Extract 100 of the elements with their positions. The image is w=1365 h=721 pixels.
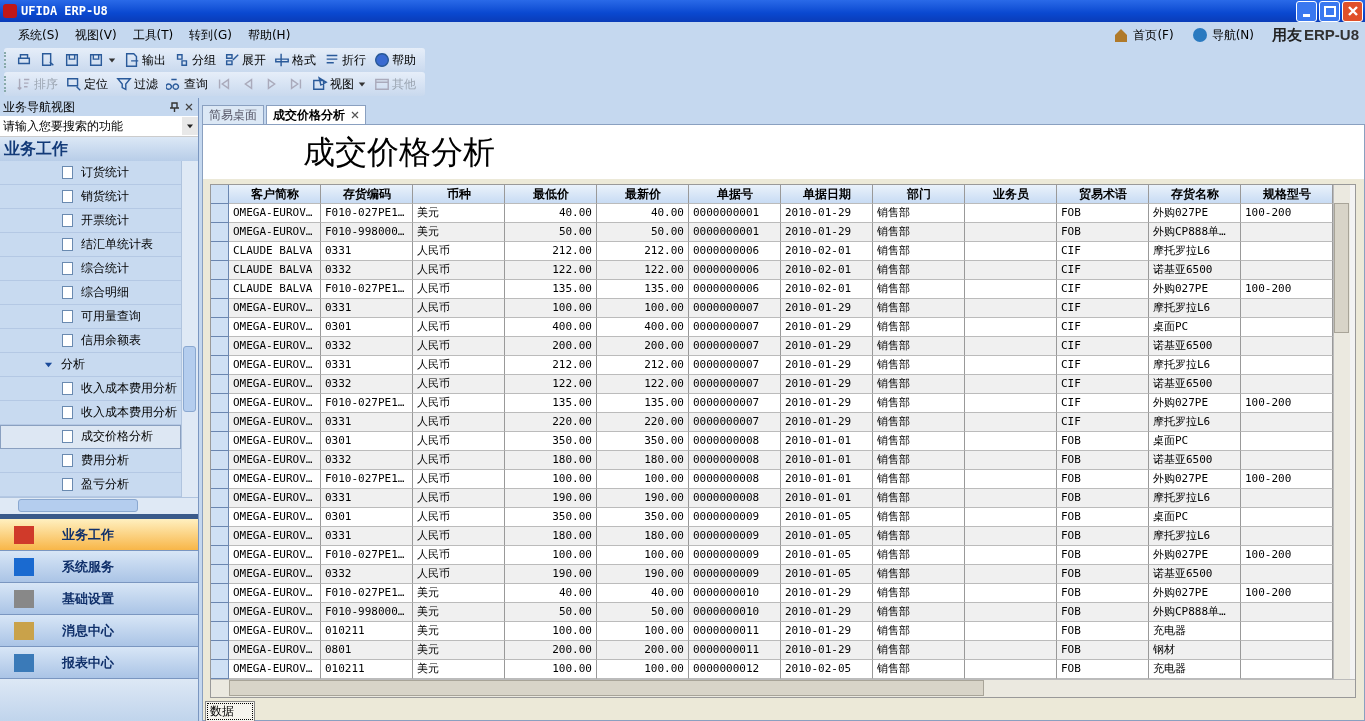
module-button[interactable]: 报表中心	[0, 647, 198, 679]
tree-item-label: 销货统计	[81, 188, 129, 205]
tree-item-label: 盈亏分析	[81, 476, 129, 493]
corner-cell[interactable]	[211, 185, 229, 204]
toolbar-button[interactable]: 帮助	[371, 50, 419, 70]
tree-item-label: 开票统计	[81, 212, 129, 229]
tree-item-label: 信用余额表	[81, 332, 141, 349]
sheet-tab[interactable]: 数据	[205, 701, 255, 721]
row-header[interactable]	[211, 204, 229, 223]
module-button[interactable]: 基础设置	[0, 583, 198, 615]
toolbar-button[interactable]: 视图	[309, 74, 369, 94]
row-header[interactable]	[211, 546, 229, 565]
tab[interactable]: 成交价格分析	[266, 105, 366, 124]
menu-item[interactable]: 帮助(H)	[245, 24, 293, 46]
scrollbar[interactable]	[0, 497, 198, 514]
tree-item[interactable]: 销货统计	[0, 185, 181, 209]
document-icon	[62, 478, 73, 491]
app-logo-icon	[3, 4, 17, 18]
row-header[interactable]	[211, 337, 229, 356]
row-header[interactable]	[211, 280, 229, 299]
row-header[interactable]	[211, 622, 229, 641]
nav-link[interactable]: 导航(N)	[1191, 26, 1254, 44]
toolbar-icon	[288, 76, 304, 92]
toolbar-button[interactable]: 展开	[221, 50, 269, 70]
brand-logo: 用友ERP-U8	[1272, 25, 1359, 45]
tab[interactable]: 简易桌面	[202, 105, 264, 124]
close-icon[interactable]	[351, 111, 359, 119]
tree-item[interactable]: 开票统计	[0, 209, 181, 233]
tree-item-label: 订货统计	[81, 164, 129, 181]
window-title: UFIDA ERP-U8	[21, 4, 109, 18]
toolbar-button[interactable]: 过滤	[113, 74, 161, 94]
tree-item-label: 费用分析	[81, 452, 129, 469]
close-button[interactable]	[1342, 0, 1363, 22]
row-header[interactable]	[211, 584, 229, 603]
row-header[interactable]	[211, 299, 229, 318]
minimize-button[interactable]	[1296, 0, 1317, 22]
row-header[interactable]	[211, 527, 229, 546]
close-icon[interactable]	[185, 103, 193, 111]
expand-arrow-icon[interactable]	[44, 360, 53, 369]
toolbar-icon	[124, 52, 140, 68]
pin-icon[interactable]	[170, 102, 179, 112]
row-header[interactable]	[211, 451, 229, 470]
row-header[interactable]	[211, 660, 229, 679]
module-icon	[14, 621, 34, 640]
row-header[interactable]	[211, 603, 229, 622]
row-header[interactable]	[211, 356, 229, 375]
tree-item[interactable]: 费用分析	[0, 449, 181, 473]
menu-item[interactable]: 系统(S)	[16, 24, 61, 46]
row-header[interactable]	[211, 242, 229, 261]
close-icon	[1346, 5, 1359, 17]
tree-item[interactable]: 可用量查询	[0, 305, 181, 329]
tree-item[interactable]: 订货统计	[0, 161, 181, 185]
scrollbar[interactable]	[181, 161, 198, 497]
toolbar-icon	[312, 76, 328, 92]
menu-item[interactable]: 工具(T)	[130, 24, 176, 46]
tree-item[interactable]: 信用余额表	[0, 329, 181, 353]
toolbar-icon	[216, 76, 232, 92]
toolbar-button[interactable]: 分组	[171, 50, 219, 70]
toolbar-icon	[116, 76, 132, 92]
row-header[interactable]	[211, 565, 229, 584]
toolbar-button[interactable]: 定位	[63, 74, 111, 94]
module-button[interactable]: 业务工作	[0, 519, 198, 551]
tree-item[interactable]: 综合明细	[0, 281, 181, 305]
toolbar-button[interactable]: 格式	[271, 50, 319, 70]
menu-item[interactable]: 视图(V)	[73, 24, 119, 46]
row-header[interactable]	[211, 375, 229, 394]
tree-item[interactable]: 综合统计	[0, 257, 181, 281]
row-header[interactable]	[211, 470, 229, 489]
toolbar-button[interactable]: 查询	[163, 74, 211, 94]
nav-link[interactable]: 首页(F)	[1113, 26, 1174, 44]
tree-item[interactable]: 收入成本费用分析	[0, 377, 181, 401]
toolbar-button[interactable]: 输出	[121, 50, 169, 70]
report-title: 成交价格分析	[203, 125, 1364, 179]
module-button[interactable]: 消息中心	[0, 615, 198, 647]
row-header[interactable]	[211, 508, 229, 527]
globe-icon	[1191, 27, 1208, 43]
scrollbar[interactable]	[1333, 185, 1350, 679]
document-icon	[62, 238, 73, 251]
section-title: 业务工作	[0, 137, 198, 161]
row-header[interactable]	[211, 394, 229, 413]
tree-item-label: 结汇单统计表	[81, 236, 153, 253]
row-header[interactable]	[211, 489, 229, 508]
row-header[interactable]	[211, 641, 229, 660]
toolbar-icon	[66, 76, 82, 92]
toolbar-icon	[40, 52, 56, 68]
row-header[interactable]	[211, 318, 229, 337]
row-header[interactable]	[211, 432, 229, 451]
toolbar-button[interactable]: 折行	[321, 50, 369, 70]
module-button[interactable]: 系统服务	[0, 551, 198, 583]
tree-item[interactable]: 成交价格分析	[0, 425, 181, 449]
row-header[interactable]	[211, 223, 229, 242]
document-icon	[62, 382, 73, 395]
tree-item[interactable]: 结汇单统计表	[0, 233, 181, 257]
document-icon	[62, 286, 73, 299]
restore-button[interactable]	[1319, 0, 1340, 22]
menu-item[interactable]: 转到(G)	[187, 24, 234, 46]
row-header[interactable]	[211, 413, 229, 432]
row-header[interactable]	[211, 261, 229, 280]
search-field[interactable]: 请输入您要搜索的功能	[0, 116, 198, 137]
scrollbar[interactable]	[211, 679, 1355, 697]
